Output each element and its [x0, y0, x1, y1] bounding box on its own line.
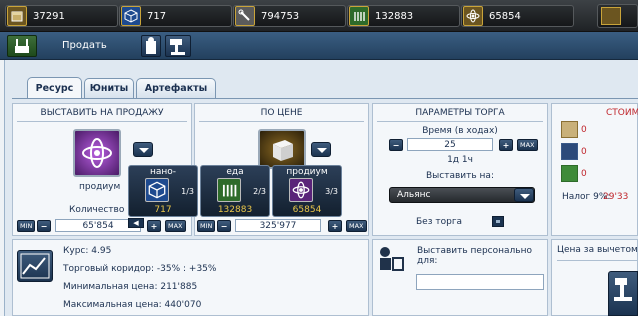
picker-item-nano[interactable]: нано- 1/3 717 [128, 165, 198, 217]
picker-item-value: 717 [154, 205, 172, 215]
crate-icon [561, 121, 578, 138]
crops-icon [561, 165, 578, 182]
atom-icon [463, 6, 483, 26]
cost-value-food: 0 [581, 169, 587, 179]
chart-icon [17, 250, 53, 282]
time-max-button[interactable]: MAX [517, 139, 538, 151]
picker-item-food[interactable]: еда 2/3 132883 [200, 165, 270, 217]
picker-item-count: 3/3 [325, 187, 338, 196]
picker-item-value: 65854 [292, 205, 322, 215]
time-input[interactable]: 25 [407, 138, 493, 151]
submit-auction-button[interactable] [608, 271, 638, 316]
place-select[interactable]: Альянс [389, 187, 535, 203]
gavel-icon [614, 278, 632, 301]
picker-item-count: 2/3 [253, 187, 266, 196]
person-icon [146, 37, 156, 54]
place-label: Выставить на: [426, 171, 494, 181]
market-toolbar: Продать [0, 32, 638, 60]
tab-artifacts[interactable]: Артефакты [136, 78, 216, 98]
resource-value: 37291 [33, 10, 65, 22]
divider [377, 121, 543, 122]
rate-text: Курс: 4.95 [63, 246, 112, 256]
person-add-icon [377, 244, 407, 274]
cube-icon [145, 178, 169, 202]
personal-input[interactable] [416, 274, 544, 290]
time-minus-button[interactable]: − [389, 139, 403, 151]
time-hint: 1д 1ч [447, 155, 473, 165]
picker-item-value: 132883 [217, 205, 253, 215]
crate-icon [7, 6, 27, 26]
resource-value: 132883 [375, 10, 414, 22]
price-resource-dropdown[interactable] [311, 142, 331, 157]
trade-user-button[interactable] [141, 35, 161, 57]
crops-icon [349, 6, 369, 26]
resource-food[interactable]: 132883 [347, 5, 460, 27]
qty-min-button[interactable]: MIN [17, 220, 36, 232]
selected-resource-button[interactable] [73, 129, 121, 177]
tab-resource[interactable]: Ресурс [27, 77, 82, 99]
cube-icon [561, 143, 578, 160]
price-header: ПО ЦЕНЕ [260, 108, 303, 118]
divider [199, 121, 364, 122]
net-price-label: Цена за вычетом [557, 245, 638, 255]
tab-divider [12, 98, 638, 99]
atom-icon [82, 138, 112, 168]
resource-prodium[interactable]: 65854 [461, 5, 574, 27]
qty-minus-button[interactable]: − [37, 220, 51, 232]
price-max-button[interactable]: MAX [346, 220, 367, 232]
cost-header: СТОИМ [606, 108, 638, 118]
divider [557, 260, 638, 261]
max-price-text: Максимальная цена: 440'070 [63, 300, 202, 310]
resource-dropdown-button[interactable] [133, 142, 153, 157]
resource-fuel[interactable]: 794753 [233, 5, 346, 27]
params-header: ПАРАМЕТРЫ ТОРГА [415, 108, 505, 118]
resource-value: 65854 [489, 10, 521, 22]
personal-label: Выставить персонально для: [417, 246, 532, 266]
cost-value-nano: 0 [581, 147, 587, 157]
no-trade-label: Без торга [416, 217, 463, 227]
min-price-text: Минимальная цена: 211'885 [63, 282, 198, 292]
sell-mode-button[interactable] [7, 35, 37, 57]
picker-scroll-left[interactable]: ◀ [128, 218, 144, 228]
sell-header: ВЫСТАВИТЬ НА ПРОДАЖУ [40, 108, 164, 118]
picker-item-name: нано- [149, 167, 177, 177]
picker-item-name: продиум [286, 167, 328, 177]
resource-nano[interactable]: 717 [119, 5, 232, 27]
crate-icon [273, 140, 293, 161]
picker-item-name: еда [226, 167, 244, 177]
resource-bar: 37291 717 794753 132883 65854 [0, 0, 638, 32]
no-trade-checkbox[interactable] [492, 216, 504, 227]
tax-value: 29'33 [603, 192, 629, 202]
atom-icon [289, 178, 313, 202]
quantity-label: Количество [69, 205, 125, 215]
crops-icon [217, 178, 241, 202]
resource-value: 794753 [261, 10, 300, 22]
selected-resource-label: продиум [79, 182, 121, 192]
corridor-text: Торговый коридор: -35% : +35% [63, 264, 217, 274]
auction-button[interactable] [165, 35, 191, 57]
time-plus-button[interactable]: + [499, 139, 513, 151]
cube-icon [121, 6, 141, 26]
gavel-icon [170, 39, 185, 55]
tab-units[interactable]: Юниты [84, 78, 134, 98]
picker-item-prodium[interactable]: продиум 3/3 65854 [272, 165, 342, 217]
wrench-icon [235, 6, 255, 26]
cost-value-gold: 0 [581, 125, 587, 135]
resource-gold[interactable]: 37291 [5, 5, 118, 27]
resource-value: 717 [147, 10, 167, 22]
extra-resource-button[interactable] [597, 4, 638, 28]
picker-item-count: 1/3 [181, 187, 194, 196]
crate-icon [601, 7, 621, 25]
price-resource-button[interactable] [258, 129, 306, 169]
divider [17, 121, 187, 122]
place-value: Альянс [397, 190, 431, 200]
time-label: Время (в ходах) [422, 126, 498, 136]
scale-icon [15, 39, 29, 53]
resource-picker-popup: нано- 1/3 717 еда 2/3 132883 продиум 3/3… [128, 165, 344, 228]
chevron-down-icon [514, 188, 534, 202]
sell-tab-label[interactable]: Продать [62, 40, 107, 51]
